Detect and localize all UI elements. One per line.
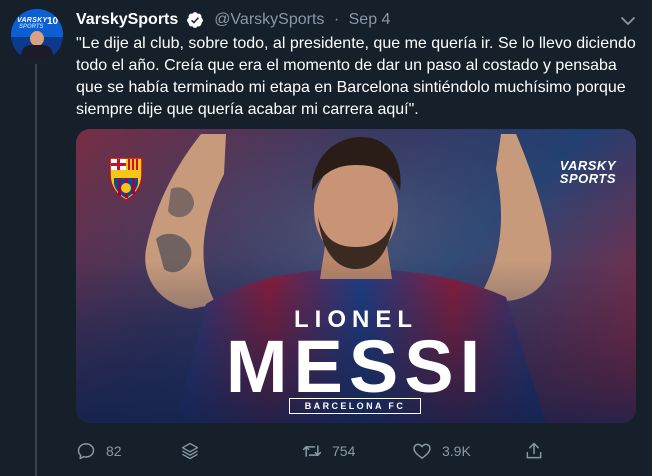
tweet-actions: 82 754 3.9K [76,437,636,465]
like-button[interactable]: 3.9K [412,437,471,465]
watermark-line2: SPORTS [559,171,616,186]
tweet-text: "Le dije al club, sobre todo, al preside… [76,35,636,118]
layers-icon [181,442,199,460]
varsky-sports-watermark: VARSKY SPORTS [560,159,616,185]
like-count: 3.9K [442,443,471,459]
thread-line [35,64,37,476]
share-icon [526,442,542,459]
chevron-down-icon[interactable] [620,14,636,28]
share-button[interactable] [524,437,544,465]
display-name[interactable]: VarskySports [76,11,178,28]
tweet[interactable]: VARSKY SPORTS 10 VarskySports @VarskySpo… [0,0,652,476]
separator-dot: · [333,11,340,28]
stack-button[interactable] [180,437,200,465]
reply-count: 82 [106,443,122,459]
tweet-date[interactable]: Sep 4 [349,11,391,28]
avatar-person-body [21,45,53,61]
tweet-media-image[interactable]: VARSKY SPORTS LIONEL MESSI BARCELONA FC [76,129,636,423]
retweet-icon [302,445,322,457]
avatar-anniversary: 10 [47,16,59,27]
fc-barcelona-crest-icon [109,157,143,201]
avatar[interactable]: VARSKY SPORTS 10 [11,9,63,61]
avatar-person-head [30,31,44,46]
player-last-name: MESSI [225,325,487,408]
avatar-brand-top: VARSKY [17,17,48,24]
handle[interactable]: @VarskySports [214,11,324,28]
reply-icon [77,443,95,460]
retweet-count: 754 [332,443,356,459]
club-label: BARCELONA FC [289,398,421,414]
tweet-header: VarskySports @VarskySports · Sep 4 [76,11,390,33]
reply-button[interactable]: 82 [76,437,122,465]
retweet-button[interactable]: 754 [302,437,355,465]
verified-badge-icon [186,12,203,28]
heart-icon [413,443,431,459]
avatar-brand-bottom: SPORTS [19,24,44,30]
